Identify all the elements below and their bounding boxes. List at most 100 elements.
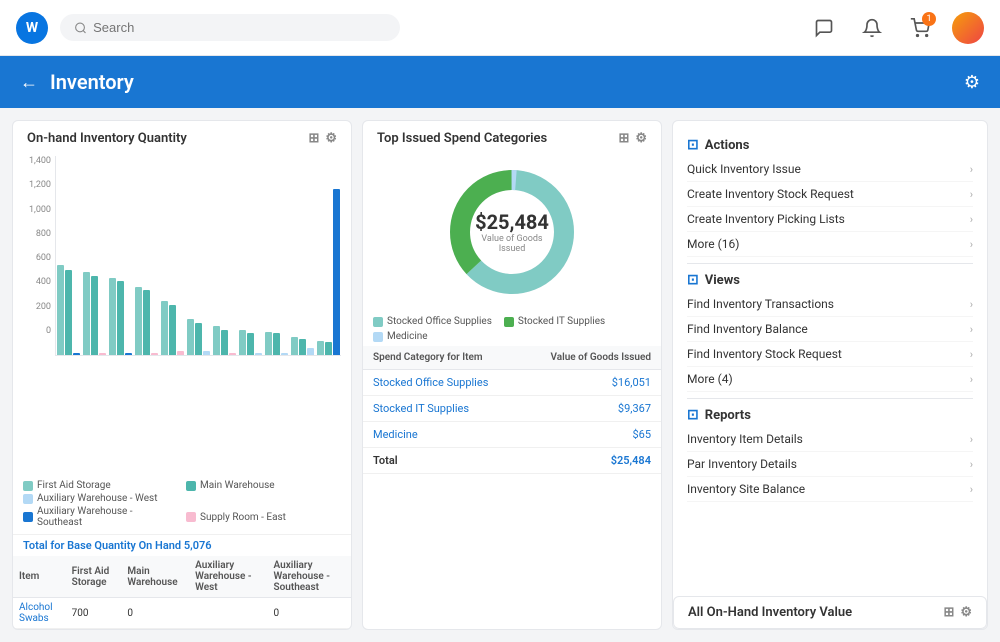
section-reports: ⊡ Reports [687, 407, 973, 423]
bar [125, 353, 132, 355]
spend-col2-header: Value of Goods Issued [521, 346, 661, 370]
bar-group [212, 326, 237, 355]
report-site-balance[interactable]: Inventory Site Balance › [687, 477, 973, 502]
legend-label: Supply Room - East [200, 512, 286, 523]
chevron-icon: › [970, 483, 973, 496]
bar [203, 351, 210, 355]
spend-name[interactable]: Medicine [363, 422, 521, 448]
bar [73, 353, 80, 355]
cart-button[interactable]: 1 [904, 12, 936, 44]
bar-group [238, 330, 263, 355]
bar [247, 333, 254, 355]
bar [169, 305, 176, 355]
cart-badge: 1 [922, 12, 936, 26]
view-transactions[interactable]: Find Inventory Transactions › [687, 292, 973, 317]
notifications-button[interactable] [856, 12, 888, 44]
chevron-icon: › [970, 433, 973, 446]
search-bar[interactable] [60, 14, 400, 41]
legend-supply: Supply Room - East [186, 506, 341, 528]
gear-icon[interactable]: ⚙ [635, 131, 647, 146]
bar-group [290, 337, 315, 355]
messages-button[interactable] [808, 12, 840, 44]
nav-icons: 1 [808, 12, 984, 44]
chart-legend: First Aid Storage Main Warehouse Auxilia… [13, 476, 351, 534]
spend-col1-header: Spend Category for Item [363, 346, 521, 370]
actions-title: Actions [705, 138, 750, 153]
spend-table: Spend Category for Item Value of Goods I… [363, 346, 661, 474]
bar-group [160, 301, 185, 355]
bar-group [56, 265, 81, 355]
bar [151, 353, 158, 355]
filter-icon[interactable]: ⊞ [308, 131, 319, 146]
spend-value: $65 [521, 422, 661, 448]
reports-title: Reports [705, 408, 751, 423]
view-balance[interactable]: Find Inventory Balance › [687, 317, 973, 342]
view-stock-request[interactable]: Find Inventory Stock Request › [687, 342, 973, 367]
item-name[interactable]: Alcohol Swabs [13, 598, 66, 629]
action-quick-issue[interactable]: Quick Inventory Issue › [687, 157, 973, 182]
legend-medicine: Medicine [373, 331, 428, 342]
c4: 0 [268, 598, 352, 629]
spend-value: $16,051 [521, 370, 661, 396]
logo[interactable]: W [16, 12, 48, 44]
legend-label: Medicine [387, 331, 428, 342]
bar [99, 353, 106, 355]
back-button[interactable]: ← [20, 72, 38, 93]
bar [229, 353, 236, 355]
report-par-details[interactable]: Par Inventory Details › [687, 452, 973, 477]
legend-aux-west: Auxiliary Warehouse - West [23, 493, 178, 504]
bar [281, 353, 288, 355]
page-title: Inventory [50, 70, 134, 94]
bottom-bar-label: All On-Hand Inventory Value [688, 605, 852, 620]
filter-icon[interactable]: ⊞ [943, 605, 954, 620]
bar [221, 330, 228, 355]
section-views: ⊡ Views [687, 272, 973, 288]
bar-chart: 1,4001,2001,0008006004002000 [23, 156, 341, 356]
search-input[interactable] [93, 20, 386, 35]
section-actions: ⊡ Actions [687, 137, 973, 153]
legend-it: Stocked IT Supplies [504, 316, 605, 327]
views-title: Views [705, 273, 740, 288]
legend-label: Auxiliary Warehouse - West [37, 493, 157, 504]
gear-icon[interactable]: ⚙ [960, 605, 972, 620]
mini-table: Item First Aid Storage Main Warehouse Au… [13, 556, 351, 629]
divider [687, 263, 973, 264]
bar-group [134, 287, 159, 355]
divider [687, 398, 973, 399]
filter-icon[interactable]: ⊞ [618, 131, 629, 146]
bar [187, 319, 194, 355]
action-more[interactable]: More (16) › [687, 232, 973, 257]
legend-office: Stocked Office Supplies [373, 316, 492, 327]
bar [177, 351, 184, 355]
action-create-stock[interactable]: Create Inventory Stock Request › [687, 182, 973, 207]
view-more[interactable]: More (4) › [687, 367, 973, 392]
legend-label: Stocked Office Supplies [387, 316, 492, 327]
bell-icon [862, 18, 882, 38]
right-panel: ⊡ Actions Quick Inventory Issue › Create… [672, 120, 988, 630]
bar [65, 270, 72, 355]
bar [265, 332, 272, 355]
bar [291, 337, 298, 355]
spend-name[interactable]: Stocked IT Supplies [363, 396, 521, 422]
left-panel-header: On-hand Inventory Quantity ⊞ ⚙ [13, 121, 351, 152]
user-avatar[interactable] [952, 12, 984, 44]
legend-empty [186, 493, 341, 504]
bar-group [82, 272, 107, 355]
bar-group [186, 319, 211, 355]
chevron-icon: › [970, 458, 973, 471]
left-panel-title: On-hand Inventory Quantity [27, 131, 187, 146]
chevron-icon: › [970, 188, 973, 201]
settings-icon[interactable]: ⚙ [964, 72, 980, 93]
spend-row-total: Total $25,484 [363, 448, 661, 474]
col-aux-se: Auxiliary Warehouse - Southeast [268, 556, 352, 598]
donut-value: $25,484 [475, 210, 549, 234]
legend-label: Stocked IT Supplies [518, 316, 605, 327]
spend-name[interactable]: Stocked Office Supplies [363, 370, 521, 396]
action-picking-lists[interactable]: Create Inventory Picking Lists › [687, 207, 973, 232]
spend-row-medicine: Medicine $65 [363, 422, 661, 448]
report-item-details[interactable]: Inventory Item Details › [687, 427, 973, 452]
bar [299, 339, 306, 355]
bar [143, 290, 150, 355]
gear-icon[interactable]: ⚙ [325, 131, 337, 146]
legend-first-aid: First Aid Storage [23, 480, 178, 491]
